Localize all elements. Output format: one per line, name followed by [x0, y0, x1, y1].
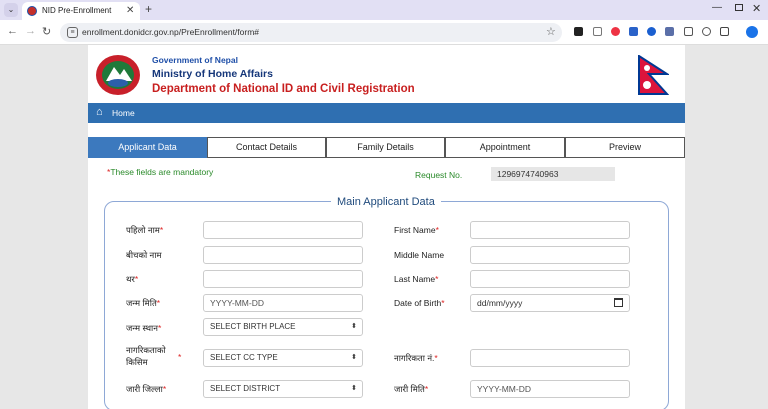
home-icon[interactable]: ⌂: [96, 106, 103, 118]
tab-search-chevron-icon[interactable]: ⌄: [4, 3, 18, 17]
middle-name-np-input[interactable]: [203, 246, 363, 264]
dob-en-label: Date of Birth*: [394, 298, 445, 308]
middle-name-en-label: Middle Name: [394, 250, 445, 260]
extension-icon[interactable]: [665, 27, 674, 36]
window-close-icon[interactable]: ✕: [752, 2, 761, 15]
nepal-flag-icon: [638, 55, 669, 95]
page-content: Government of Nepal Ministry of Home Aff…: [88, 45, 685, 409]
site-favicon-icon: [27, 6, 37, 16]
first-name-en-input[interactable]: [470, 221, 630, 239]
birth-place-np-label: जन्म स्थान*: [126, 323, 162, 333]
home-nav-bar: ⌂ Home: [88, 103, 685, 123]
browser-tab[interactable]: NID Pre-Enrollment ✕: [22, 2, 140, 20]
nepal-emblem-icon: [96, 55, 140, 95]
calendar-icon[interactable]: [614, 298, 623, 307]
request-number-value: 1296974740963: [491, 167, 615, 181]
back-icon[interactable]: ←: [7, 25, 18, 37]
extension-icon[interactable]: [629, 27, 638, 36]
tab-family-details[interactable]: Family Details: [326, 137, 445, 158]
cc-number-np-label: नागरिकता नं.*: [394, 353, 438, 363]
middle-name-en-input[interactable]: [470, 246, 630, 264]
section-title: Main Applicant Data: [331, 196, 441, 208]
select-caret-icon: ⬍: [351, 323, 357, 330]
forward-icon[interactable]: →: [25, 25, 36, 37]
issue-district-select[interactable]: SELECT DISTRICT ⬍: [203, 380, 363, 398]
last-name-en-label: Last Name*: [394, 274, 439, 284]
select-caret-icon: ⬍: [351, 354, 357, 361]
extensions-puzzle-icon[interactable]: [720, 27, 729, 36]
last-name-np-label: थर*: [126, 274, 139, 284]
gov-title: Government of Nepal: [152, 55, 238, 65]
dob-en-input[interactable]: dd/mm/yyyy: [470, 294, 630, 312]
reload-icon[interactable]: ↻: [42, 25, 51, 38]
dob-np-label: जन्म मिति*: [126, 298, 161, 308]
cc-number-input[interactable]: [470, 349, 630, 367]
window-minimize-icon[interactable]: —: [712, 2, 722, 13]
cc-type-required-mark: *: [178, 352, 182, 362]
first-name-en-label: First Name*: [394, 225, 439, 235]
bookmark-star-icon[interactable]: ☆: [546, 25, 556, 38]
extension-icon[interactable]: [574, 27, 583, 36]
profile-avatar-icon[interactable]: [746, 26, 758, 38]
tab-contact-details[interactable]: Contact Details: [207, 137, 326, 158]
cc-type-np-label-line1: नागरिकताको: [126, 345, 166, 355]
dob-np-input[interactable]: YYYY-MM-DD: [203, 294, 363, 312]
form-tabs: Applicant Data Contact Details Family De…: [88, 137, 685, 158]
site-info-icon[interactable]: ≡: [67, 27, 78, 38]
birth-place-select[interactable]: SELECT BIRTH PLACE ⬍: [203, 318, 363, 336]
extension-icon[interactable]: [593, 27, 602, 36]
mandatory-note: *These fields are mandatory: [107, 167, 214, 177]
tab-title: NID Pre-Enrollment: [42, 6, 112, 15]
issue-date-input[interactable]: YYYY-MM-DD: [470, 380, 630, 398]
browser-toolbar: ← → ↻ ≡ enrollment.donidcr.gov.np/PreEnr…: [0, 20, 768, 45]
first-name-np-label: पहिलो नाम*: [126, 225, 164, 235]
extension-icon[interactable]: [611, 27, 620, 36]
address-bar[interactable]: ≡ enrollment.donidcr.gov.np/PreEnrollmen…: [60, 23, 562, 42]
home-link[interactable]: Home: [112, 108, 135, 118]
tab-applicant-data[interactable]: Applicant Data: [88, 137, 207, 158]
url-text[interactable]: enrollment.donidcr.gov.np/PreEnrollment/…: [82, 27, 259, 37]
middle-name-np-label: बीचको नाम: [126, 250, 162, 260]
tab-appointment[interactable]: Appointment: [445, 137, 565, 158]
tab-preview[interactable]: Preview: [565, 137, 685, 158]
department-title: Department of National ID and Civil Regi…: [152, 83, 415, 95]
last-name-np-input[interactable]: [203, 270, 363, 288]
extension-icon[interactable]: [684, 27, 693, 36]
extension-icon[interactable]: [647, 27, 656, 36]
tab-close-icon[interactable]: ✕: [126, 5, 134, 16]
first-name-np-input[interactable]: [203, 221, 363, 239]
request-number-label: Request No.: [415, 170, 463, 180]
ministry-title: Ministry of Home Affairs: [152, 68, 273, 80]
window-maximize-icon[interactable]: [735, 4, 743, 11]
issue-district-np-label: जारी जिल्ला*: [126, 384, 167, 394]
cc-type-np-label-line2: किसिम: [126, 357, 148, 367]
cc-type-select[interactable]: SELECT CC TYPE ⬍: [203, 349, 363, 367]
last-name-en-input[interactable]: [470, 270, 630, 288]
select-caret-icon: ⬍: [351, 385, 357, 392]
issue-date-np-label: जारी मिति*: [394, 384, 429, 394]
extension-icon[interactable]: [702, 27, 711, 36]
browser-tabstrip: ⌄ NID Pre-Enrollment ✕ + — ✕: [0, 0, 768, 20]
new-tab-icon[interactable]: +: [145, 2, 152, 16]
